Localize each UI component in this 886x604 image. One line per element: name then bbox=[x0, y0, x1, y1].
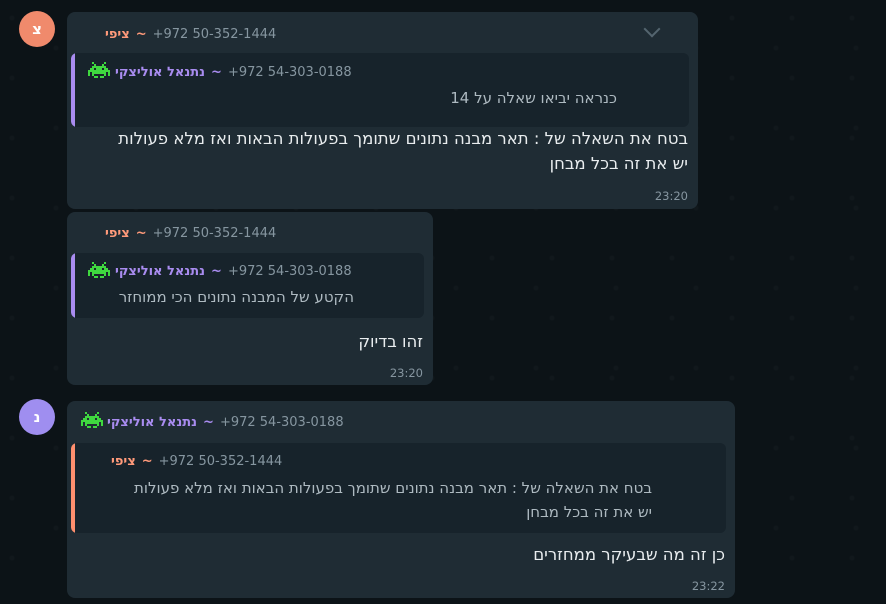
quoted-message[interactable]: ציפי ~ +972 50-352-1444 בטח את השאלה של … bbox=[71, 443, 726, 533]
quote-sender-name: ציפי bbox=[111, 453, 136, 469]
quote-sender-tilde: ~ bbox=[211, 64, 222, 80]
message-bubble[interactable]: ציפי ~ +972 50-352-1444 נתנאל אוליצקי ~ … bbox=[67, 212, 433, 385]
avatar-tzipi[interactable]: צ bbox=[19, 11, 55, 47]
sender-phone[interactable]: +972 54-303-0188 bbox=[220, 415, 344, 430]
chevron-down-icon[interactable] bbox=[643, 20, 661, 38]
sender-tilde: ~ bbox=[135, 26, 147, 42]
sender-phone[interactable]: +972 50-352-1444 bbox=[153, 226, 277, 241]
sender-header: ציפי ~ +972 50-352-1444 bbox=[105, 223, 276, 243]
quote-sender-tilde: ~ bbox=[141, 453, 153, 469]
sender-tilde: ~ bbox=[203, 414, 214, 430]
message-timestamp: 23:22 bbox=[691, 579, 725, 593]
message-bubble[interactable]: ציפי ~ +972 50-352-1444 נתנאל אוליצקי ~ … bbox=[67, 12, 698, 209]
sender-header: ציפי ~ +972 50-352-1444 bbox=[105, 24, 276, 44]
quote-text: הקטע של המבנה נתונים הכי ממוחזר bbox=[118, 288, 354, 306]
sender-phone[interactable]: +972 50-352-1444 bbox=[153, 27, 277, 42]
quote-sender-name: נתנאל אוליצקי bbox=[115, 263, 206, 279]
message-text-line: בטח את השאלה של : תאר מבנה נתונים שתומך … bbox=[118, 129, 688, 148]
sender-header: נתנאל אוליצקי ~ +972 54-303-0188 bbox=[107, 412, 344, 432]
space-invader-emoji-icon bbox=[88, 62, 110, 78]
quote-sender-tilde: ~ bbox=[211, 263, 222, 279]
quote-sender-phone: +972 54-303-0188 bbox=[227, 64, 352, 80]
message-timestamp: 23:20 bbox=[654, 189, 688, 203]
message-text: זהו בדיוק bbox=[358, 332, 423, 351]
quote-text-line: בטח את השאלה של : תאר מבנה נתונים שתומך … bbox=[134, 479, 652, 497]
message-bubble[interactable]: נתנאל אוליצקי ~ +972 54-303-0188 ציפי ~ … bbox=[67, 401, 735, 598]
quoted-message[interactable]: נתנאל אוליצקי ~ +972 54-303-0188 כנראה י… bbox=[71, 53, 689, 127]
quote-sender-phone: +972 54-303-0188 bbox=[227, 263, 352, 279]
quote-text: כנראה יביאו שאלה על 14 bbox=[450, 89, 617, 107]
quote-text-line: יש את זה בכל מבחן bbox=[526, 503, 652, 521]
message-text: כן זה מה שבעיקר ממחזרים bbox=[533, 545, 725, 564]
space-invader-emoji-icon bbox=[81, 412, 103, 428]
sender-name[interactable]: נתנאל אוליצקי bbox=[107, 415, 197, 430]
quote-sender: ציפי ~ +972 50-352-1444 bbox=[111, 451, 282, 471]
message-timestamp: 23:20 bbox=[389, 366, 423, 380]
space-invader-emoji-icon bbox=[88, 262, 110, 278]
sender-name[interactable]: ציפי bbox=[105, 226, 130, 241]
quote-bar bbox=[71, 53, 75, 127]
quote-sender: נתנאל אוליצקי ~ +972 54-303-0188 bbox=[115, 62, 352, 82]
sender-name[interactable]: ציפי bbox=[105, 27, 130, 42]
avatar-netanel[interactable]: נ bbox=[19, 399, 55, 435]
quote-sender-phone: +972 50-352-1444 bbox=[158, 453, 283, 469]
message-text-line: יש את זה בכל מבחן bbox=[549, 154, 688, 173]
sender-tilde: ~ bbox=[135, 225, 147, 241]
quote-sender: נתנאל אוליצקי ~ +972 54-303-0188 bbox=[115, 261, 352, 281]
quote-sender-name: נתנאל אוליצקי bbox=[115, 64, 206, 80]
quoted-message[interactable]: נתנאל אוליצקי ~ +972 54-303-0188 הקטע של… bbox=[71, 253, 424, 318]
